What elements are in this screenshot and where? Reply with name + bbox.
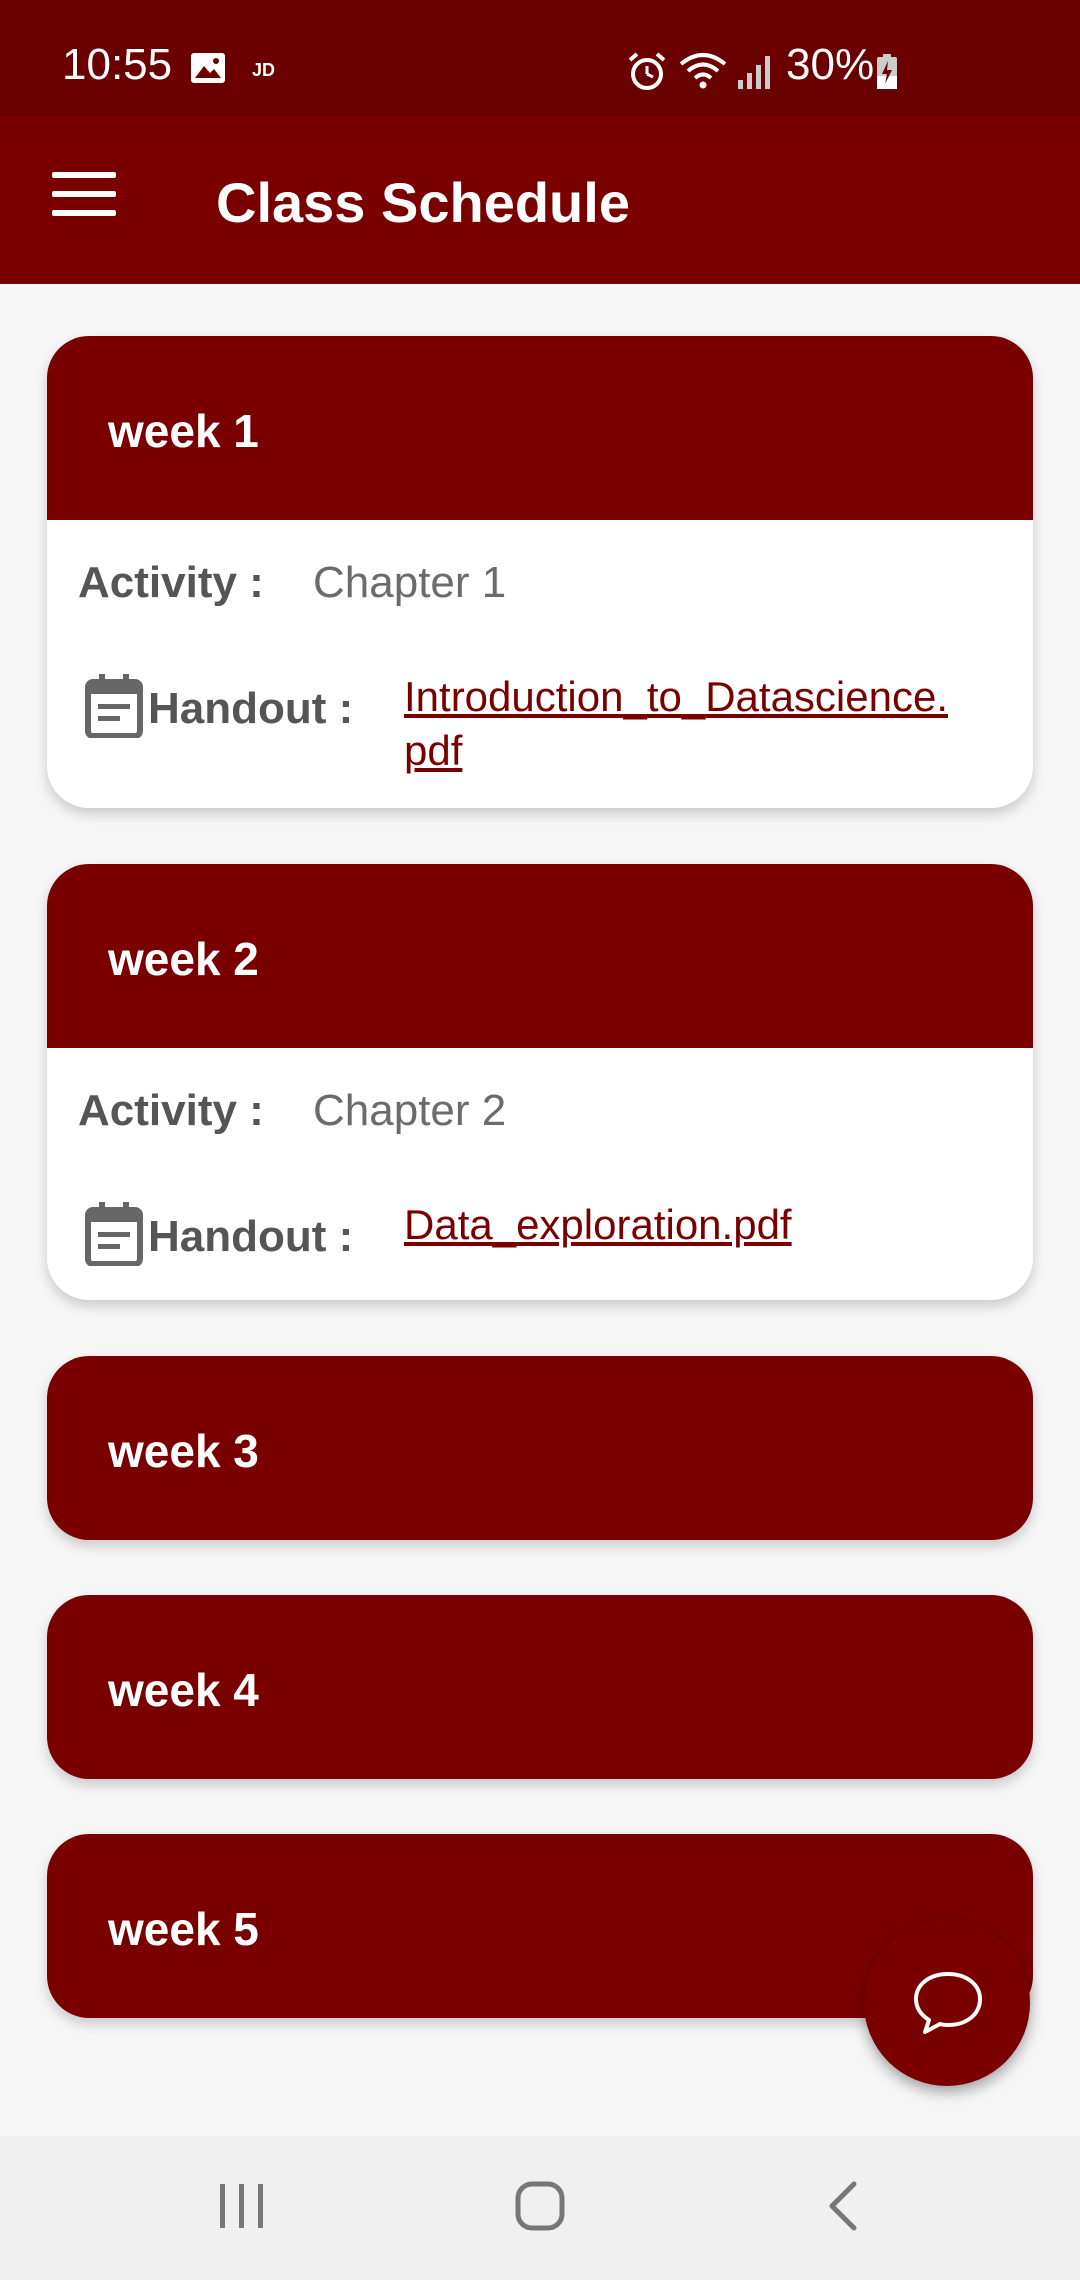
wifi-icon (679, 53, 727, 89)
home-icon[interactable] (510, 2176, 570, 2236)
signal-icon (738, 56, 770, 89)
battery-percent: 30% (786, 40, 875, 89)
alarm-icon (628, 52, 666, 90)
week-header-4[interactable]: week 4 (47, 1595, 1033, 1779)
handout-label: Handout : (148, 1212, 354, 1261)
page-title: Class Schedule (216, 171, 630, 234)
week-card-4: week 4 (47, 1595, 1033, 1779)
calendar-icon (85, 674, 143, 738)
week-label: week 2 (108, 933, 259, 985)
handout-link[interactable]: Data_exploration.pdf (404, 1198, 792, 1252)
week-label: week 3 (108, 1425, 259, 1477)
activity-label: Activity : (78, 558, 264, 607)
week-card-1: week 1 Activity : Chapter 1 Handout : In… (47, 336, 1033, 808)
activity-value: Chapter 2 (313, 1086, 507, 1135)
status-bar: 10:55 JD 30% (0, 0, 1080, 116)
week-label: week 1 (108, 405, 259, 457)
week-label: week 5 (108, 1903, 259, 1955)
week-card-3: week 3 (47, 1356, 1033, 1540)
handout-link-line: Introduction_to_Datascience. (404, 673, 949, 720)
handout-link-line: Data_exploration.pdf (404, 1201, 792, 1248)
activity-value: Chapter 1 (313, 558, 507, 607)
image-icon (191, 53, 225, 83)
calendar-icon (85, 1202, 143, 1266)
week-header-3[interactable]: week 3 (47, 1356, 1033, 1540)
carrier-badge: JD (252, 60, 276, 80)
status-time: 10:55 (62, 40, 173, 89)
handout-link[interactable]: Introduction_to_Datascience. pdf (404, 670, 948, 778)
week-card-2: week 2 Activity : Chapter 2 Handout : Da… (47, 864, 1033, 1300)
chat-button[interactable] (864, 1920, 1030, 2086)
week-header-1[interactable]: week 1 (47, 336, 1033, 520)
handout-link-line: pdf (404, 727, 463, 774)
battery-charging-icon (877, 54, 897, 89)
week-label: week 4 (108, 1664, 259, 1716)
recent-apps-icon[interactable] (212, 2176, 272, 2236)
app-bar: Class Schedule (0, 116, 1080, 284)
handout-label: Handout : (148, 684, 354, 733)
chat-bubble-icon (914, 1972, 982, 2034)
back-icon[interactable] (814, 2176, 874, 2236)
system-nav-bar (0, 2136, 1080, 2280)
week-header-2[interactable]: week 2 (47, 864, 1033, 1048)
activity-label: Activity : (78, 1086, 264, 1135)
hamburger-menu-icon[interactable] (52, 172, 116, 228)
